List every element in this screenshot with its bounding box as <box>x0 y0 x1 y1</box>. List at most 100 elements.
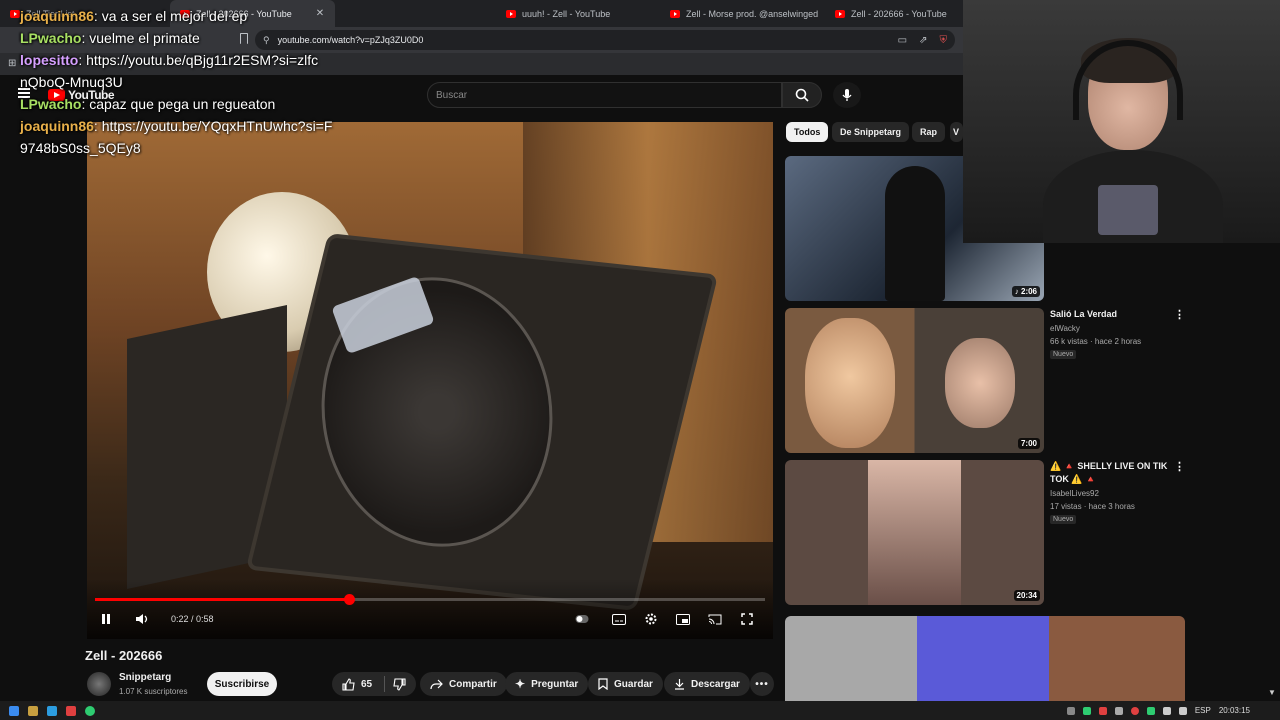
speaker-icon[interactable] <box>1178 706 1187 715</box>
install-icon[interactable]: ▭ <box>898 35 907 46</box>
share-icon[interactable]: ⇗ <box>919 35 927 46</box>
save-icon <box>598 678 608 690</box>
thumbnail-mask <box>945 338 1015 428</box>
more-vertical-icon[interactable]: ⋮ <box>1174 308 1185 322</box>
thumbs-down-icon <box>393 677 406 691</box>
subscribe-button[interactable]: Suscribirse <box>207 672 277 696</box>
channel-avatar[interactable] <box>87 672 111 696</box>
dislike-button[interactable] <box>393 677 406 691</box>
extension-shield-icon[interactable]: ⛨ <box>940 35 948 46</box>
download-button[interactable]: Descargar <box>664 672 750 696</box>
pause-button[interactable] <box>99 610 113 628</box>
settings-button[interactable] <box>643 610 659 628</box>
autoplay-icon <box>575 615 589 623</box>
youtube-favicon-icon <box>835 9 845 18</box>
volume-icon <box>136 614 148 624</box>
tray-icon[interactable] <box>1114 706 1123 715</box>
rec-thumbnail[interactable]: 7:00 <box>785 308 1044 453</box>
chip-more[interactable]: V <box>950 122 963 142</box>
autoplay-toggle[interactable] <box>575 610 589 628</box>
chat-text: capaz que pega un regueaton <box>89 96 276 112</box>
subtitles-icon <box>612 613 626 625</box>
chip-rap[interactable]: Rap <box>912 122 946 142</box>
rec-channel[interactable]: elWacky <box>1050 322 1080 335</box>
share-arrow-icon <box>430 679 443 689</box>
tab-label: Zell - 202666 - YouTube <box>851 8 947 19</box>
like-button[interactable]: 65 <box>342 677 373 691</box>
youtube-favicon-icon <box>670 9 680 18</box>
progress-bar[interactable] <box>95 594 765 605</box>
more-actions-button[interactable]: ••• <box>750 672 774 696</box>
save-button[interactable]: Guardar <box>588 672 663 696</box>
pause-icon <box>102 614 110 624</box>
tray-icon[interactable] <box>1146 706 1155 715</box>
cast-button[interactable] <box>707 610 723 628</box>
windows-taskbar: ESP 20:03:15 <box>0 701 1280 720</box>
system-tray: ESP 20:03:15 <box>1066 701 1250 720</box>
sparkle-icon: ✦ <box>515 677 526 691</box>
player-controls-gradient <box>87 579 773 639</box>
like-count: 65 <box>361 678 373 690</box>
rec-thumbnail[interactable]: 20:34 <box>785 460 1044 605</box>
rec-thumbnail[interactable] <box>785 616 1185 701</box>
progress-scrubber[interactable] <box>343 594 355 605</box>
share-button[interactable]: Compartir <box>420 672 507 696</box>
like-dislike-group: 65 <box>332 672 416 696</box>
new-badge: Nuevo <box>1050 350 1077 359</box>
thumbnail-face <box>805 318 895 448</box>
fullscreen-button[interactable] <box>739 610 755 628</box>
taskview-icon[interactable] <box>47 705 57 716</box>
tab-zell-202666[interactable]: Zell - 202666 - YouTube <box>825 0 963 27</box>
tray-icon[interactable] <box>1082 706 1091 715</box>
microphone-icon <box>842 89 852 101</box>
clock[interactable]: 20:03:15 <box>1219 706 1250 715</box>
voice-search-button[interactable] <box>833 82 861 108</box>
chat-username: lopesitto <box>20 52 79 68</box>
progress-fill <box>95 598 349 601</box>
miniplayer-button[interactable] <box>675 610 691 628</box>
chat-username: LPwacho <box>20 30 82 46</box>
like-divider <box>384 676 386 692</box>
gear-icon <box>645 613 657 625</box>
miniplayer-icon <box>676 613 690 625</box>
chip-todos[interactable]: Todos <box>786 122 829 142</box>
chip-de-snippetarg[interactable]: De Snippetarg <box>832 122 910 142</box>
more-vertical-icon[interactable]: ⋮ <box>1174 460 1185 474</box>
chat-message: LPwacho: vuelme el primate <box>20 30 200 46</box>
record-icon[interactable] <box>1130 706 1139 715</box>
video-title: Zell - 202666 <box>85 648 163 663</box>
scroll-down-arrow-icon[interactable]: ▼ <box>1268 688 1276 697</box>
opera-browser-icon[interactable] <box>66 705 76 716</box>
rec-title[interactable]: ⚠️ 🔺 SHELLY LIVE ON TIK TOK ⚠️ 🔺 <box>1050 460 1178 486</box>
subscriber-count: 1.07 K suscriptores <box>119 687 188 696</box>
volume-button[interactable] <box>133 610 151 628</box>
cast-icon <box>708 614 722 624</box>
file-explorer-icon[interactable] <box>28 705 38 716</box>
duration-badge: 7:00 <box>1017 438 1040 449</box>
tab-label: Zell - Morse prod. @anselwinged [A <box>686 8 820 19</box>
tab-zell-morse[interactable]: Zell - Morse prod. @anselwinged [A <box>660 0 820 27</box>
rec-channel[interactable]: IsabelLives92 <box>1050 487 1099 500</box>
search-button[interactable] <box>782 82 822 108</box>
chat-username: joaquinn86 <box>20 118 94 134</box>
network-icon[interactable] <box>1162 706 1171 715</box>
apps-grid-icon[interactable]: ⊞ <box>8 58 16 69</box>
save-label: Guardar <box>614 678 653 690</box>
channel-name[interactable]: Snippetarg <box>119 672 171 683</box>
fullscreen-icon <box>741 613 753 625</box>
chat-message: joaquinn86: va a ser el mejor del ep <box>20 8 248 24</box>
app-icon[interactable] <box>85 705 95 716</box>
subtitles-button[interactable] <box>611 610 627 628</box>
video-player[interactable]: 0:22 / 0:58 <box>87 122 773 639</box>
start-windows-icon[interactable] <box>9 705 19 716</box>
rec-title[interactable]: Salió La Verdad <box>1050 308 1178 321</box>
language-indicator[interactable]: ESP <box>1195 706 1211 715</box>
ask-button[interactable]: ✦ Preguntar <box>505 672 589 696</box>
thumbnail-figure <box>885 166 945 301</box>
tray-icon[interactable] <box>1098 706 1107 715</box>
time-display: 0:22 / 0:58 <box>171 614 214 624</box>
tray-icon[interactable] <box>1066 706 1075 715</box>
more-horizontal-icon: ••• <box>755 678 769 690</box>
ask-label: Preguntar <box>531 678 579 690</box>
new-badge: Nuevo <box>1050 515 1077 524</box>
